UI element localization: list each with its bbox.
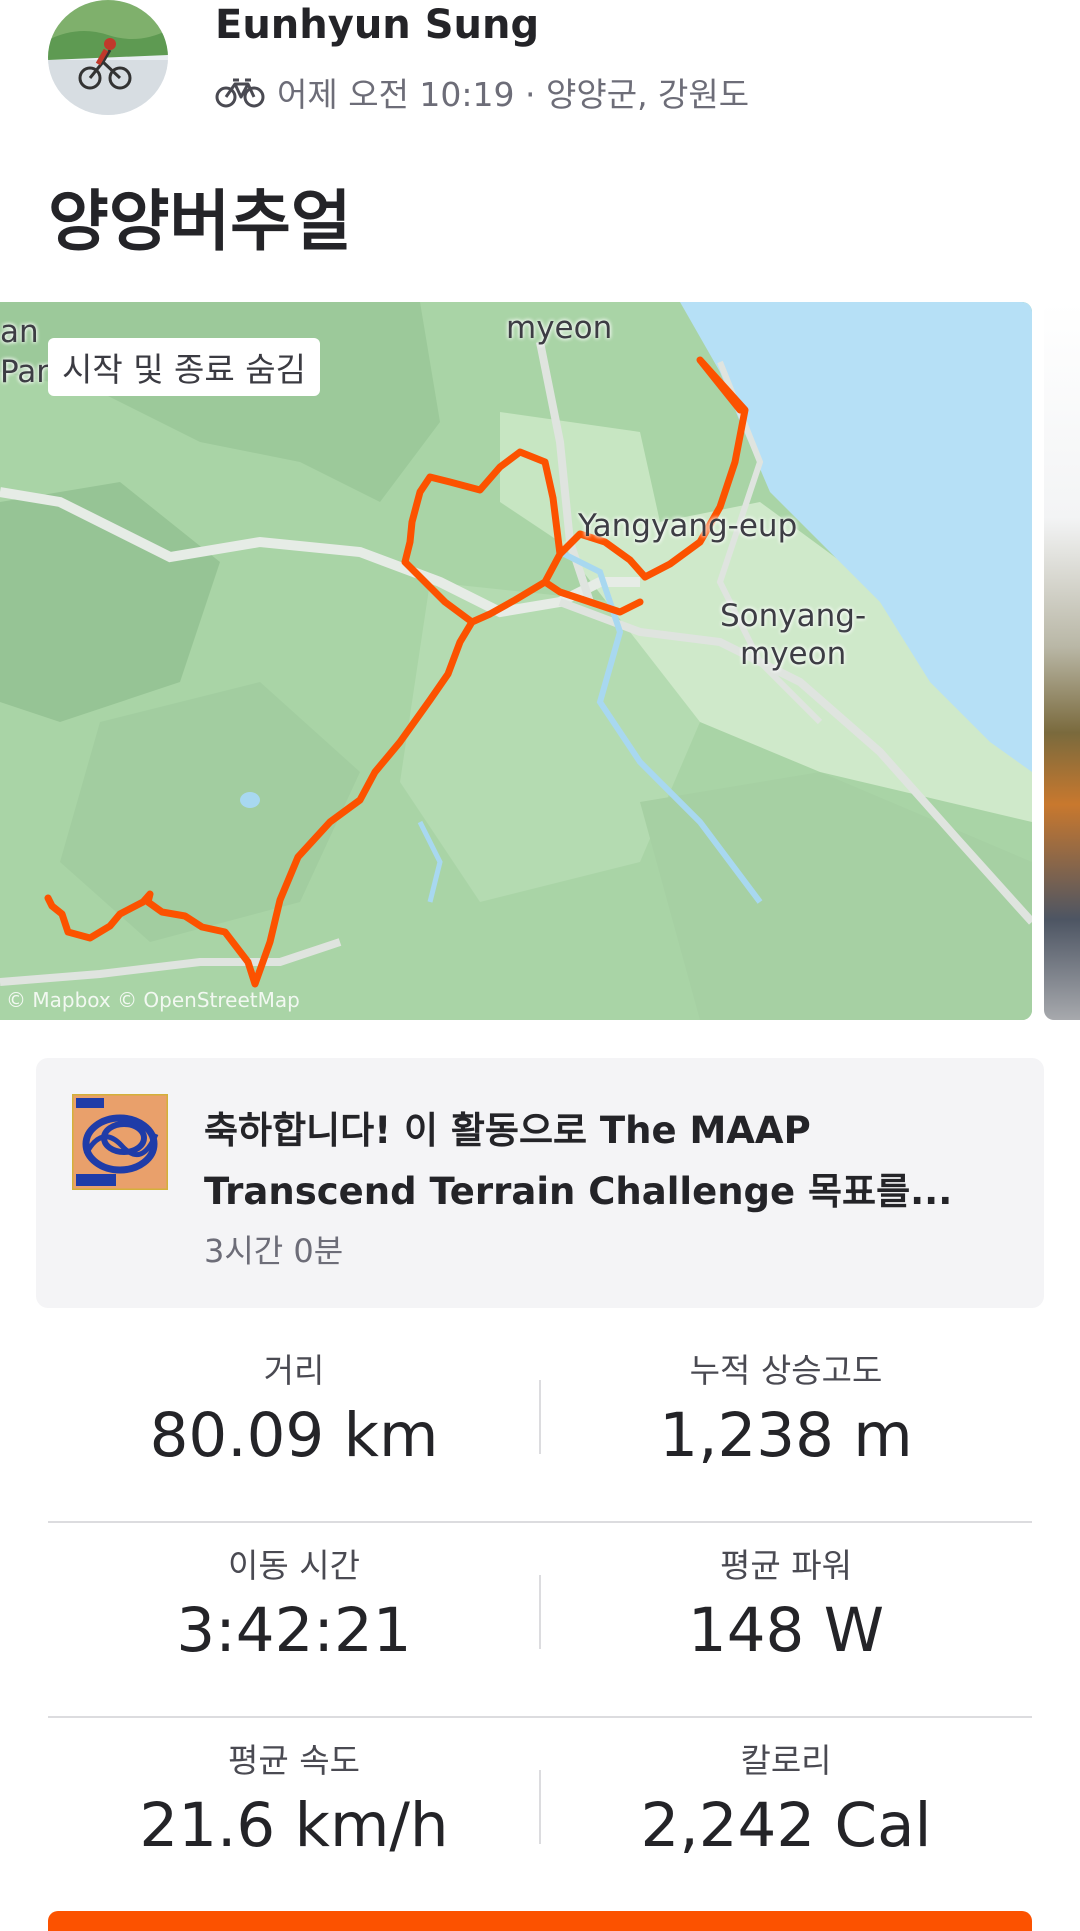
stat-distance: 거리 80.09 km (48, 1328, 540, 1471)
maap-terrain-badge-icon (72, 1094, 168, 1190)
hide-start-end-toggle[interactable]: 시작 및 종료 숨김 (48, 338, 320, 396)
activity-photo-peek[interactable] (1044, 302, 1080, 1020)
achievement-subtitle: 3시간 0분 (204, 1232, 344, 1270)
stat-row: 거리 80.09 km 누적 상승고도 1,238 m (48, 1328, 1032, 1523)
map-label-sonyang: Sonyang- (720, 598, 867, 634)
route-map[interactable]: myeon Yangyang-eup Sonyang- myeon an Par… (0, 302, 1032, 1020)
stat-value: 1,238 m (659, 1400, 913, 1471)
activity-stats: 거리 80.09 km 누적 상승고도 1,238 m 이동 시간 3:42:2… (48, 1328, 1032, 1911)
stat-label: 이동 시간 (228, 1546, 360, 1585)
stat-label: 평균 속도 (228, 1741, 360, 1780)
stat-value: 3:42:21 (176, 1595, 412, 1666)
map-label-yangyang: Yangyang-eup (578, 508, 798, 544)
stat-value: 21.6 km/h (139, 1790, 449, 1861)
stat-value: 80.09 km (149, 1400, 439, 1471)
activity-meta: 어제 오전 10:19 · 양양군, 강원도 (215, 68, 749, 116)
map-label-sonyang-2: myeon (740, 636, 847, 672)
stat-label: 누적 상승고도 (689, 1351, 883, 1390)
primary-action-button[interactable] (48, 1911, 1032, 1931)
map-label-an: an (0, 314, 39, 350)
stat-row: 이동 시간 3:42:21 평균 파워 148 W (48, 1523, 1032, 1718)
avatar-photo (48, 0, 168, 115)
activity-time-location: 어제 오전 10:19 · 양양군, 강원도 (277, 75, 750, 114)
stat-label: 칼로리 (740, 1741, 832, 1780)
stat-row: 평균 속도 21.6 km/h 칼로리 2,242 Cal (48, 1718, 1032, 1911)
achievement-card[interactable]: 축하합니다! 이 활동으로 The MAAP Transcend Terrain… (36, 1058, 1044, 1308)
bicycle-icon (215, 78, 265, 108)
activity-header: Eunhyun Sung 어제 오전 10:19 · 양양군, 강원도 (0, 0, 1080, 130)
map-credit[interactable]: © Mapbox © OpenStreetMap (6, 988, 300, 1012)
stat-value: 2,242 Cal (640, 1790, 932, 1861)
stat-label: 평균 파워 (720, 1546, 852, 1585)
athlete-name[interactable]: Eunhyun Sung (215, 2, 539, 48)
stat-moving-time: 이동 시간 3:42:21 (48, 1523, 540, 1666)
stat-label: 거리 (263, 1351, 325, 1390)
map-label-myeon-top: myeon (506, 310, 613, 346)
stat-avg-speed: 평균 속도 21.6 km/h (48, 1718, 540, 1861)
stat-value: 148 W (687, 1595, 885, 1666)
activity-title[interactable]: 양양버추얼 (48, 168, 352, 264)
avatar[interactable] (48, 0, 168, 115)
map-background (0, 302, 1032, 1020)
achievement-text: 축하합니다! 이 활동으로 The MAAP Transcend Terrain… (204, 1109, 953, 1213)
stat-calories: 칼로리 2,242 Cal (540, 1718, 1032, 1861)
stat-elevation-gain: 누적 상승고도 1,238 m (540, 1328, 1032, 1471)
stat-avg-power: 평균 파워 148 W (540, 1523, 1032, 1666)
